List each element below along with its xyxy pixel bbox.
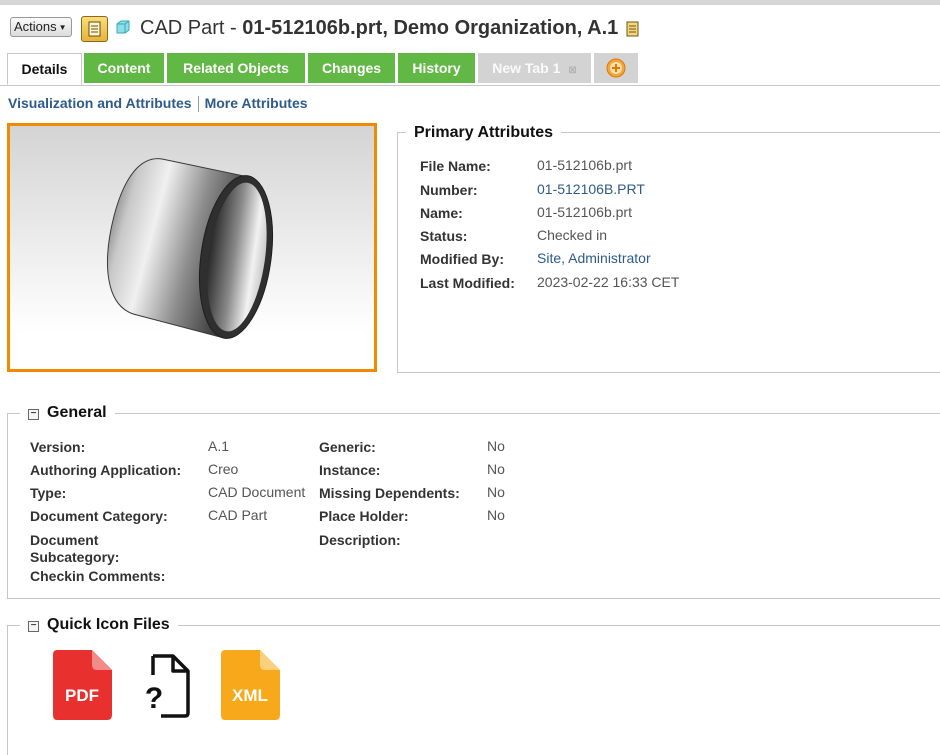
last-modified-value: 2023-02-22 16:33 CET <box>537 274 680 290</box>
unknown-file-icon[interactable]: ? <box>143 653 193 719</box>
general-panel: − General Version: A.1 Authoring Applicat… <box>7 404 940 599</box>
attr-label: Missing Dependents: <box>319 485 460 501</box>
collapse-icon[interactable]: − <box>28 621 39 632</box>
subnav-divider <box>197 96 199 113</box>
document-category-value: CAD Part <box>208 507 268 523</box>
more-attributes-link[interactable]: More Attributes <box>205 95 308 111</box>
title-object: 01-512106b.prt, Demo Organization, A.1 <box>242 17 619 39</box>
pdf-label: PDF <box>65 686 99 705</box>
primary-attributes-title: Primary Attributes <box>406 124 561 142</box>
attr-label: Number: <box>420 182 478 198</box>
title-prefix: CAD Part - <box>140 17 243 39</box>
name-value: 01-512106b.prt <box>537 204 632 220</box>
generic-value: No <box>487 438 505 454</box>
version-value: A.1 <box>208 438 230 454</box>
cad-cylinder-thumbnail <box>107 158 273 339</box>
tab-history[interactable]: History <box>398 53 475 83</box>
collapse-icon[interactable]: − <box>28 409 39 420</box>
visualization-viewer[interactable] <box>7 123 377 372</box>
status-value: Checked in <box>537 227 608 243</box>
number-link[interactable]: 01-512106B.PRT <box>537 181 645 197</box>
instance-value: No <box>487 461 505 477</box>
modified-by-link[interactable]: Site, Administrator <box>537 250 651 266</box>
missing-dependents-value: No <box>487 484 505 500</box>
add-tab-icon <box>606 58 626 78</box>
visualization-attributes-link[interactable]: Visualization and Attributes <box>8 95 192 111</box>
attr-label: Last Modified: <box>420 275 515 291</box>
info-icon <box>88 21 101 37</box>
object-info-icon[interactable] <box>626 21 640 37</box>
attr-label: Type: <box>30 485 67 501</box>
attr-label: Generic: <box>319 439 376 455</box>
xml-file-icon[interactable]: XML <box>220 649 282 721</box>
cad-part-icon <box>116 20 130 34</box>
tab-changes-label: Changes <box>321 60 382 76</box>
xml-label: XML <box>232 686 268 705</box>
attr-label: Description: <box>319 532 401 548</box>
attr-label: Checkin Comments: <box>30 568 166 584</box>
caret-down-icon: ▼ <box>58 23 67 33</box>
quick-icon-files-title: Quick Icon Files <box>47 616 170 633</box>
attr-label: Status: <box>420 228 468 244</box>
actions-label: Actions <box>14 19 57 34</box>
tab-details-label: Details <box>21 61 68 77</box>
tab-content-label: Content <box>97 60 151 76</box>
tab-new-tab-1-label: New Tab 1 <box>492 60 561 76</box>
attr-label: Instance: <box>319 462 381 478</box>
file-name-value: 01-512106b.prt <box>537 157 632 173</box>
tab-changes[interactable]: Changes <box>308 53 395 83</box>
page-title: CAD Part - 01-512106b.prt, Demo Organiza… <box>140 17 618 40</box>
attr-label: Version: <box>30 439 86 455</box>
general-title: General <box>47 404 107 421</box>
tab-related-objects-label: Related Objects <box>183 60 289 76</box>
attr-label: Name: <box>420 205 463 221</box>
unknown-file-label: ? <box>145 682 163 715</box>
info-page-button[interactable] <box>81 16 108 42</box>
general-header: − General <box>20 404 115 422</box>
tab-new-tab-1[interactable]: New Tab 1 ⊠ <box>478 53 591 83</box>
pdf-file-icon[interactable]: PDF <box>52 649 114 721</box>
attr-label: Document Category: <box>30 508 168 524</box>
tab-history-label: History <box>412 60 461 76</box>
close-tab-icon[interactable]: ⊠ <box>568 65 576 76</box>
type-value: CAD Document <box>208 484 306 500</box>
sub-navigation: Visualization and Attributes More Attribu… <box>8 95 308 113</box>
quick-icon-files-header: − Quick Icon Files <box>20 616 178 634</box>
tab-related-objects[interactable]: Related Objects <box>167 53 305 83</box>
attr-label: Modified By: <box>420 251 504 267</box>
tab-bar: Details Content Related Objects Changes … <box>0 53 940 86</box>
actions-menu-button[interactable]: Actions ▼ <box>10 17 72 37</box>
attr-label: Place Holder: <box>319 508 409 524</box>
page-header: Actions ▼ CAD Part - 01-512106b.prt, Demo… <box>0 5 940 51</box>
attr-label: Document Subcategory: <box>30 532 120 565</box>
attr-label: File Name: <box>420 158 491 174</box>
attr-label: Authoring Application: <box>30 462 182 478</box>
add-tab-button[interactable] <box>594 53 638 83</box>
authoring-application-value: Creo <box>208 461 239 477</box>
place-holder-value: No <box>487 507 505 523</box>
quick-icon-files-panel: − Quick Icon Files PDF ? XML <box>7 616 940 755</box>
tab-details[interactable]: Details <box>7 53 82 85</box>
tab-content[interactable]: Content <box>84 53 164 83</box>
primary-attributes-panel: Primary Attributes File Name: 01-512106b… <box>397 124 940 373</box>
